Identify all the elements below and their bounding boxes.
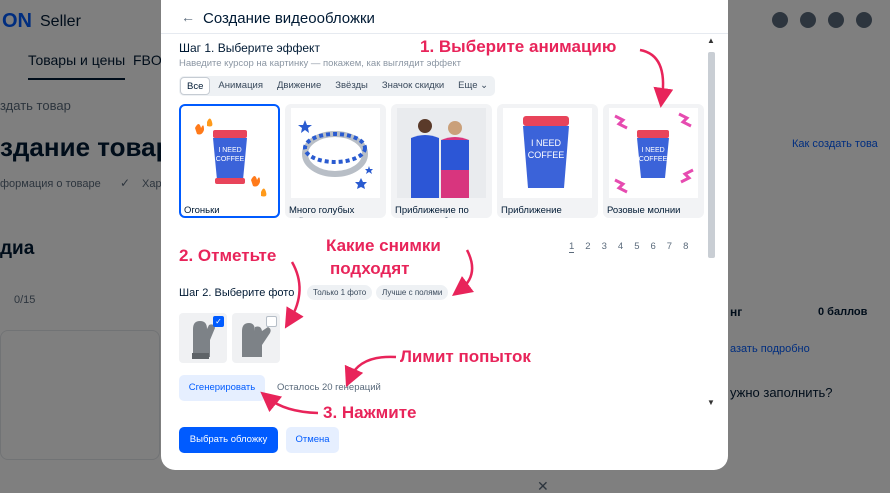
tab-more[interactable]: Еще ⌄: [451, 76, 495, 96]
tab-stars[interactable]: Звёзды: [328, 76, 375, 96]
fire-cup-image: I NEED COFFEE: [195, 118, 267, 197]
back-arrow-icon[interactable]: ←: [181, 9, 195, 25]
svg-text:COFFEE: COFFEE: [639, 156, 668, 163]
photo-thumb-2[interactable]: [232, 313, 280, 363]
effect-label-blue-stars: Много голубых звёзд: [289, 205, 355, 218]
choose-cover-button[interactable]: Выбрать обложку: [179, 427, 278, 453]
page-7[interactable]: 7: [667, 241, 672, 253]
effect-label-zoom: Приближение: [501, 205, 562, 216]
annotation-step1: 1. Выберите анимацию: [420, 37, 617, 56]
effect-label-pink-lightning: Розовые молнии: [607, 205, 681, 216]
annotation-step2: 2. Отметьте: [179, 246, 277, 265]
tab-animation[interactable]: Анимация: [211, 76, 270, 96]
tab-movement[interactable]: Движение: [270, 76, 328, 96]
step2-title: Шаг 2. Выберите фото: [179, 287, 295, 299]
page-8[interactable]: 8: [683, 241, 688, 253]
svg-text:COFFEE: COFFEE: [216, 156, 245, 163]
chevron-down-icon: ⌄: [480, 80, 489, 91]
annotation-limit: Лимит попыток: [400, 347, 531, 366]
modal-header: ← Создание видеообложки: [161, 0, 728, 34]
scroll-up-icon[interactable]: ▲: [707, 36, 715, 45]
step1-title: Шаг 1. Выберите эффект: [179, 41, 320, 55]
pagination: 1 2 3 4 5 6 7 8: [569, 241, 688, 253]
effect-card-zoom-diagonal[interactable]: Приближение по диагонали 2: [391, 104, 492, 218]
modal-title: Создание видеообложки: [203, 10, 375, 27]
step1-hint: Наведите курсор на картинку — покажем, к…: [179, 58, 462, 69]
chip-one-photo: Только 1 фото: [307, 285, 373, 300]
photo-checkbox-2[interactable]: [266, 316, 277, 327]
scroll-down-icon[interactable]: ▼: [707, 398, 715, 407]
generate-button[interactable]: Сгенерировать: [179, 375, 265, 401]
page-2[interactable]: 2: [585, 241, 590, 253]
page-6[interactable]: 6: [650, 241, 655, 253]
modal-footer: Выбрать обложку Отмена: [161, 412, 728, 470]
page-3[interactable]: 3: [602, 241, 607, 253]
tab-all[interactable]: Все: [180, 77, 211, 95]
effect-card-pink-lightning[interactable]: I NEED COFFEE Розовые молнии: [603, 104, 704, 218]
scrollbar-thumb[interactable]: [708, 52, 715, 258]
cup-image: I NEED COFFEE: [503, 108, 592, 198]
cancel-button[interactable]: Отмена: [286, 427, 339, 453]
chip-with-margins: Лучше с полями: [376, 285, 449, 300]
scrollbar[interactable]: ▲ ▼: [706, 34, 716, 410]
effect-label-zoom-diagonal: Приближение по диагонали 2: [395, 205, 469, 218]
effect-tabs: Все Анимация Движение Звёзды Значок скид…: [179, 76, 496, 96]
svg-text:I NEED: I NEED: [641, 147, 664, 154]
page-4[interactable]: 4: [618, 241, 623, 253]
tab-discount-badge[interactable]: Значок скидки: [375, 76, 451, 96]
annotation-which-photos-2: подходят: [330, 259, 410, 278]
svg-text:COFFEE: COFFEE: [528, 150, 565, 160]
page-1[interactable]: 1: [569, 241, 575, 253]
svg-text:I NEED: I NEED: [531, 138, 562, 148]
generations-left: Осталось 20 генераций: [277, 382, 381, 393]
effect-card-blue-stars[interactable]: Много голубых звёзд: [285, 104, 386, 218]
photo-checkbox-1[interactable]: ✓: [213, 316, 224, 327]
annotation-step3: 3. Нажмите: [323, 403, 417, 422]
svg-text:I NEED: I NEED: [218, 147, 241, 154]
models-image: [397, 108, 486, 198]
photo-thumb-1[interactable]: ✓: [179, 313, 227, 363]
effect-card-zoom[interactable]: I NEED COFFEE Приближение: [497, 104, 598, 218]
lightning-cup-image: I NEED COFFEE: [609, 108, 698, 198]
page-5[interactable]: 5: [634, 241, 639, 253]
annotation-which-photos: Какие снимки: [326, 236, 441, 255]
video-cover-modal: ← Создание видеообложки Шаг 1. Выберите …: [161, 0, 728, 470]
ring-image: [291, 108, 380, 198]
effect-card-fire[interactable]: I NEED COFFEE Огоньки: [179, 104, 280, 218]
effect-label-fire: Огоньки: [184, 205, 220, 216]
effect-cards: I NEED COFFEE Огоньки Много голубых Приб…: [179, 104, 704, 218]
